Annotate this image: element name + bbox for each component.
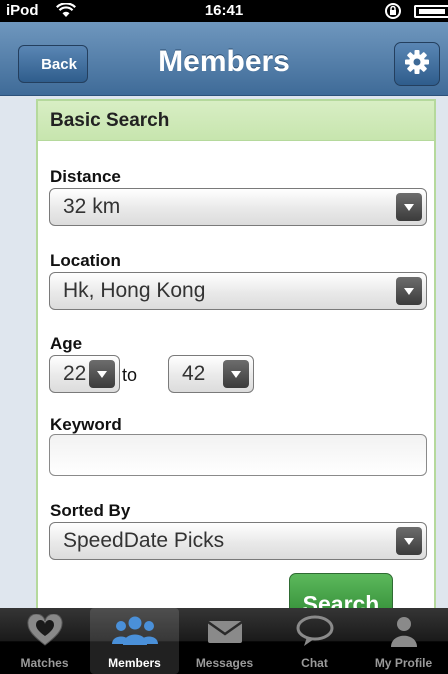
panel-header: Basic Search [38, 101, 434, 141]
location-label: Location [50, 251, 121, 270]
gear-icon [404, 49, 430, 80]
age-min-select[interactable]: 22 [49, 355, 120, 393]
keyword-input[interactable] [49, 434, 427, 476]
tab-matches[interactable]: Matches [0, 608, 89, 674]
content-area: Basic Search Distance 32 km Location Hk,… [0, 96, 448, 623]
chat-bubble-icon [293, 614, 337, 648]
page-title: Members [158, 45, 290, 78]
tab-bar: Matches Members Messages Chat My Profile [0, 608, 448, 674]
status-bar: iPod 16:41 [0, 0, 448, 22]
sorted-by-label: Sorted By [50, 501, 131, 520]
clock-time: 16:41 [204, 2, 244, 19]
dropdown-arrow-icon [396, 193, 422, 221]
tab-my-profile[interactable]: My Profile [359, 608, 448, 674]
location-value: Hk, Hong Kong [63, 279, 206, 302]
sorted-by-select[interactable]: SpeedDate Picks [49, 522, 427, 560]
envelope-icon [203, 614, 247, 648]
dropdown-arrow-icon [396, 527, 422, 555]
tab-label: Matches [20, 656, 69, 670]
person-icon [384, 614, 424, 648]
rotation-lock-icon [384, 2, 402, 24]
keyword-label: Keyword [50, 415, 122, 434]
dropdown-arrow-icon [89, 360, 115, 388]
age-min-value: 22 [63, 362, 87, 385]
distance-select[interactable]: 32 km [49, 188, 427, 226]
tab-messages[interactable]: Messages [180, 608, 269, 674]
basic-search-panel: Basic Search Distance 32 km Location Hk,… [36, 99, 436, 623]
people-icon [110, 614, 160, 648]
tab-label: Messages [195, 656, 254, 670]
age-label: Age [50, 334, 83, 353]
distance-label: Distance [50, 167, 121, 186]
dropdown-arrow-icon [396, 277, 422, 305]
settings-button[interactable] [394, 42, 440, 86]
age-max-value: 42 [182, 362, 206, 385]
heart-icon [25, 614, 65, 648]
dropdown-arrow-icon [223, 360, 249, 388]
tab-members[interactable]: Members [90, 608, 179, 674]
location-select[interactable]: Hk, Hong Kong [49, 272, 427, 310]
tab-label: Members [108, 656, 161, 670]
tab-label: Chat [301, 656, 328, 670]
battery-icon [414, 5, 448, 18]
age-max-select[interactable]: 42 [168, 355, 254, 393]
navigation-bar: Back Members [0, 22, 448, 96]
sorted-by-value: SpeedDate Picks [63, 529, 225, 552]
tab-chat[interactable]: Chat [270, 608, 359, 674]
age-separator: to [122, 365, 138, 385]
distance-value: 32 km [63, 195, 121, 218]
tab-label: My Profile [374, 656, 433, 670]
